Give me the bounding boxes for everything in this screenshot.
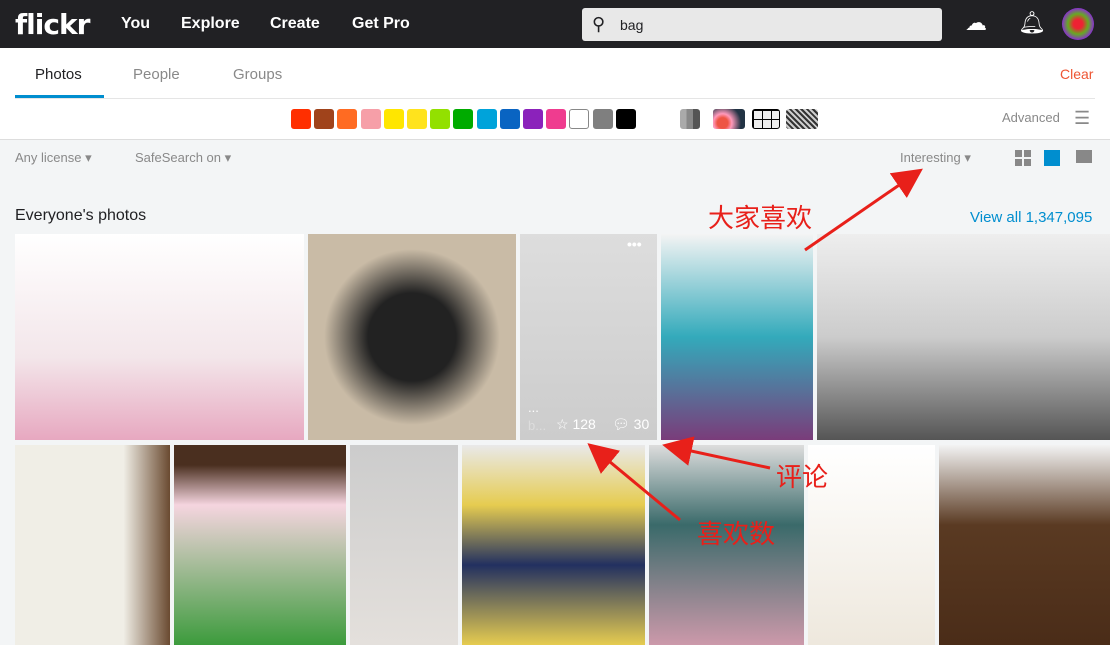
arrow-comments bbox=[662, 436, 771, 470]
arrow-faves bbox=[587, 443, 681, 522]
annotation-arrows bbox=[587, 168, 923, 522]
arrow-interesting bbox=[804, 168, 923, 252]
